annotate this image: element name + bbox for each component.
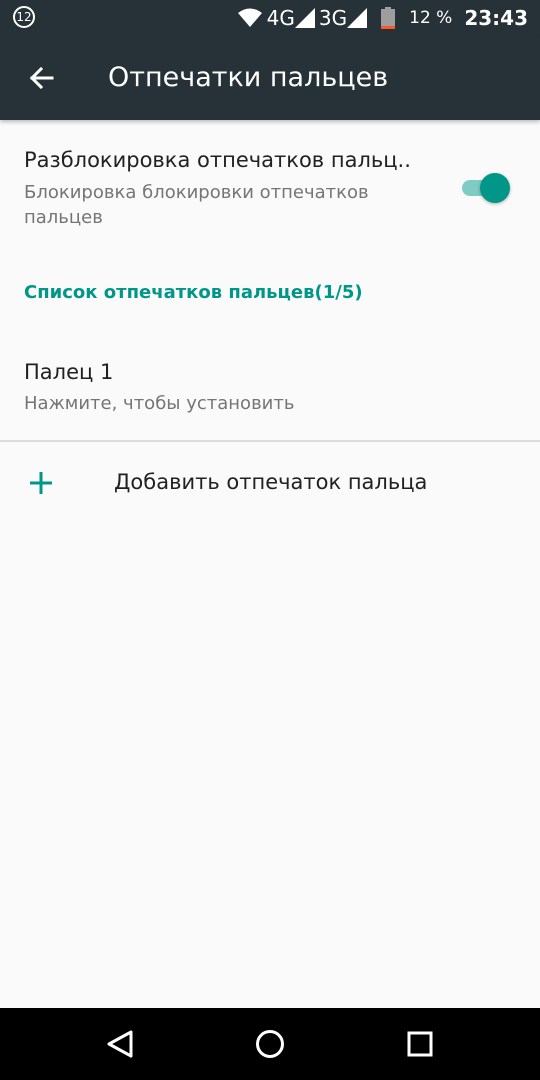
arrow-back-icon [29, 66, 54, 90]
fingerprint-unlock-summary: Блокировка блокировки отпечатков пальцев [24, 182, 369, 228]
wifi-icon [237, 8, 262, 27]
notification-count-badge: 12 [13, 6, 35, 28]
status-bar: 12 4G 3G 12 % 23:43 [0, 0, 540, 36]
fingerprint-unlock-toggle[interactable] [462, 171, 512, 203]
signal-icon [347, 8, 368, 28]
nav-home-button[interactable] [250, 1024, 290, 1064]
nav-recents-button[interactable] [400, 1024, 440, 1064]
app-bar: Отпечатки пальцев [0, 36, 540, 120]
back-button[interactable] [22, 58, 62, 98]
plus-icon [30, 472, 52, 494]
finger-summary: Нажмите, чтобы установить [24, 393, 295, 414]
back-icon [107, 1030, 133, 1058]
network-4g-label: 4G [266, 6, 295, 30]
signal-icon [294, 8, 315, 28]
recents-icon [407, 1031, 433, 1057]
battery-icon [381, 7, 396, 29]
fingerprint-list-header: Список отпечатков пальцев(1/5) [24, 282, 363, 303]
clock: 23:43 [464, 6, 528, 30]
add-fingerprint-label: Добавить отпечаток пальца [114, 470, 428, 494]
navigation-bar [0, 1008, 540, 1080]
nav-back-button[interactable] [100, 1024, 140, 1064]
network-3g-label: 3G [318, 6, 348, 30]
finger-title: Палец 1 [24, 360, 114, 384]
page-title: Отпечатки пальцев [108, 62, 389, 93]
switch-thumb [480, 173, 510, 203]
status-icons: 4G 3G 12 % 23:43 [237, 0, 528, 36]
home-icon [256, 1030, 284, 1058]
divider [0, 440, 540, 442]
add-fingerprint-button[interactable]: Добавить отпечаток пальца [0, 446, 540, 520]
fingerprint-unlock-title: Разблокировка отпечатков пальц.. [24, 148, 411, 172]
battery-percent: 12 % [409, 8, 453, 28]
